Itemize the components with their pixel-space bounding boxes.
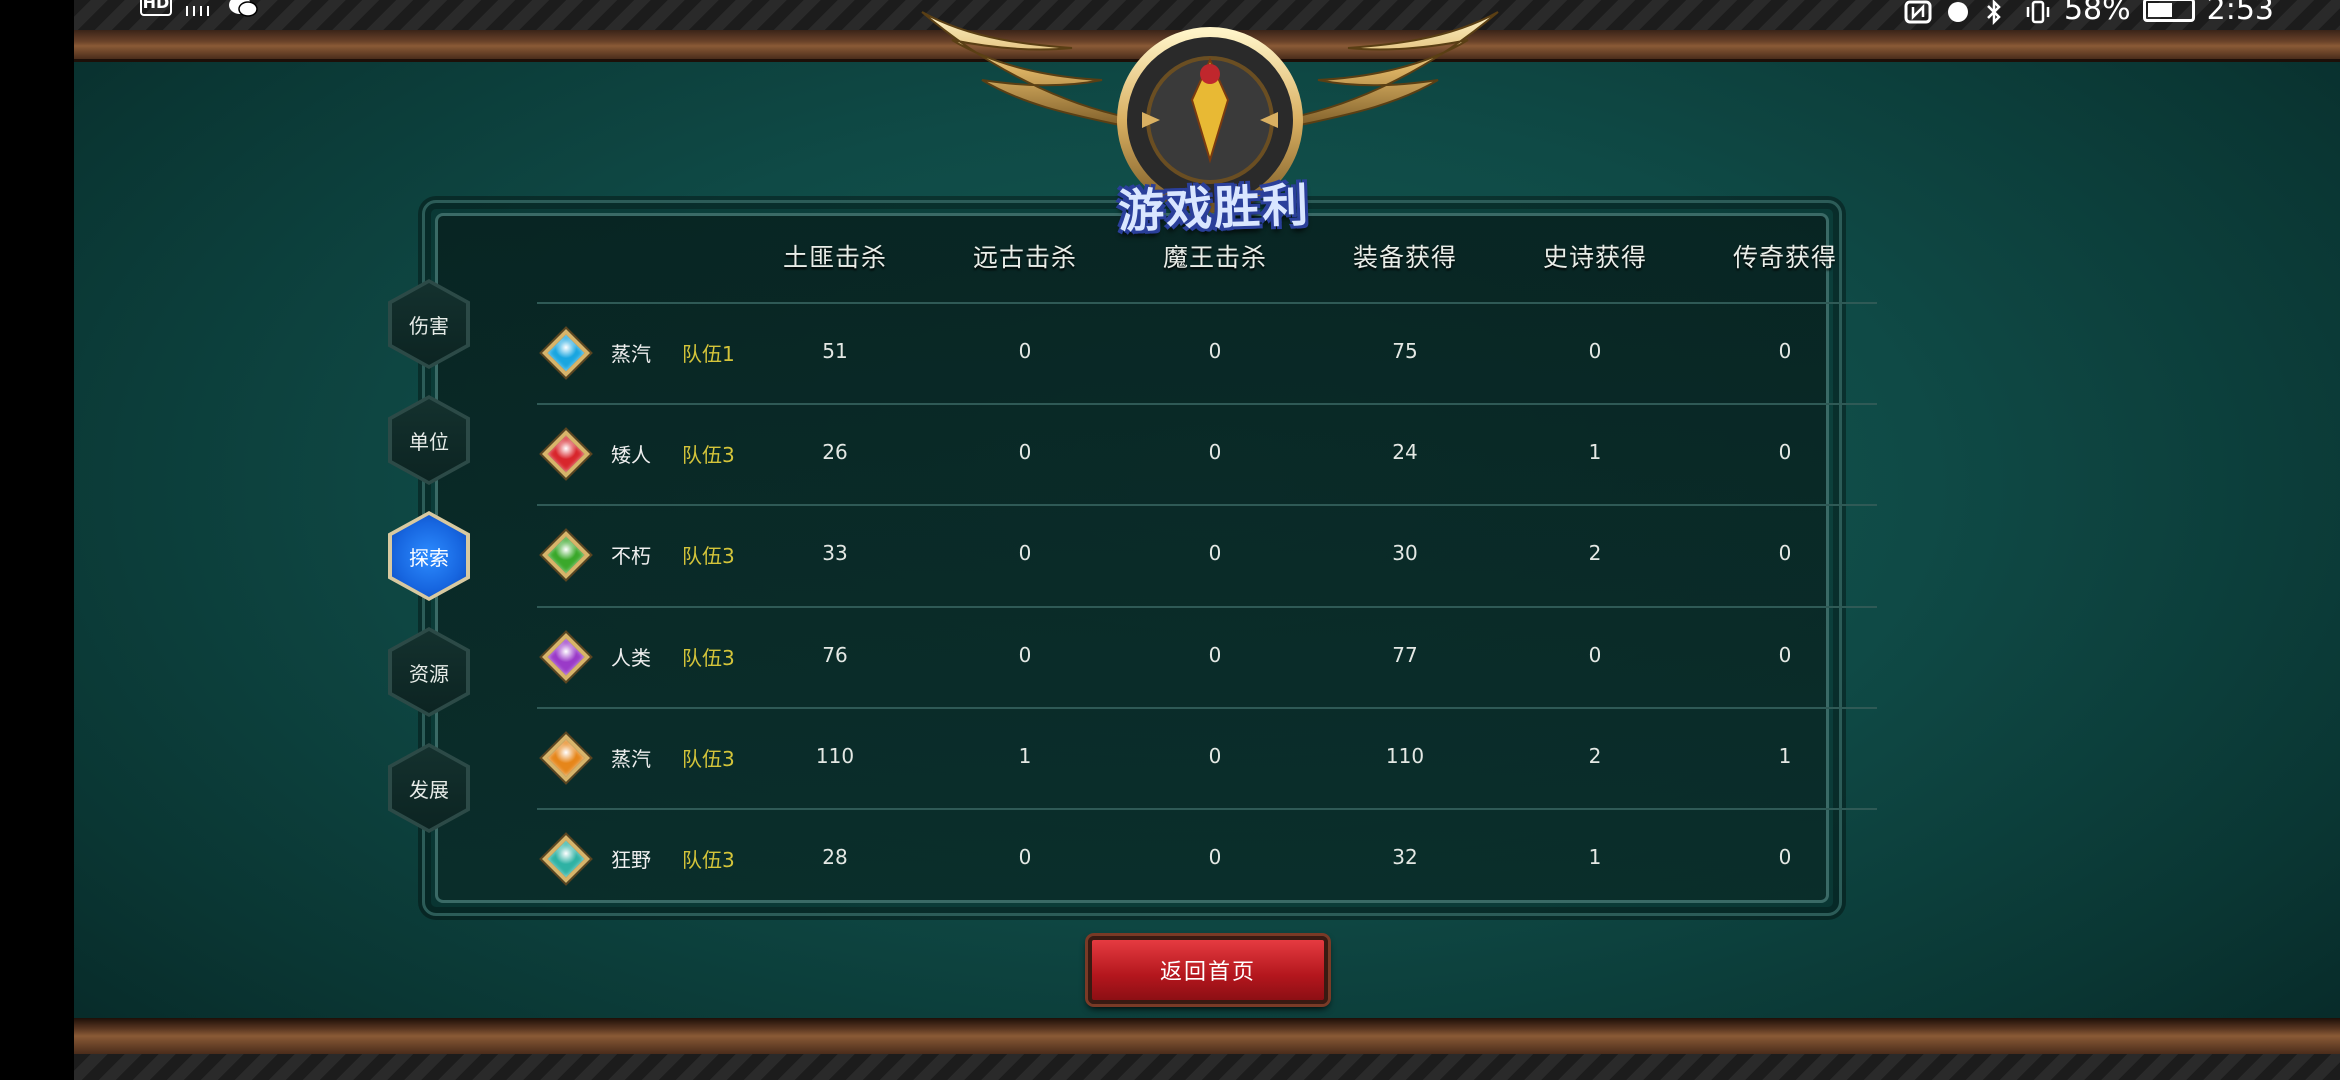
equipment-value: 24 <box>1392 440 1418 464</box>
legendary-value: 0 <box>1778 643 1792 667</box>
diamond-gem-icon <box>541 632 591 682</box>
status-bar: HD 58% 2:53 <box>0 0 2340 27</box>
demon-kills-value: 0 <box>1208 339 1222 363</box>
header-bandit-kills: 土匪击杀 <box>782 243 887 272</box>
tab-units-label: 单位 <box>392 399 466 481</box>
ancient-kills-value: 0 <box>1018 643 1032 667</box>
bandit-kills-value: 51 <box>822 339 848 363</box>
bottom-wood-frame <box>74 1018 2340 1054</box>
table-row: 人类 队伍3 76 0 0 77 0 0 <box>537 606 1877 707</box>
bandit-kills-value: 28 <box>822 845 848 869</box>
epic-value: 0 <box>1588 643 1602 667</box>
wechat-icon <box>228 0 258 17</box>
nfc-icon <box>1904 0 1932 23</box>
team-label: 队伍1 <box>682 342 735 366</box>
tab-development-label: 发展 <box>392 747 466 829</box>
legendary-value: 0 <box>1778 440 1792 464</box>
table-row: 不朽 队伍3 33 0 0 30 2 0 <box>537 504 1877 605</box>
equipment-value: 77 <box>1392 643 1418 667</box>
race-label: 不朽 <box>611 544 651 568</box>
legendary-value: 1 <box>1778 744 1792 768</box>
battery-icon <box>2142 0 2195 22</box>
hd-icon: HD <box>140 0 172 16</box>
header-legendary-obtained: 传奇获得 <box>1732 243 1837 272</box>
demon-kills-value: 0 <box>1208 643 1222 667</box>
demon-kills-value: 0 <box>1208 541 1222 565</box>
race-label: 狂野 <box>611 848 651 872</box>
bandit-kills-value: 33 <box>822 541 848 565</box>
race-label: 蒸汽 <box>611 342 651 366</box>
race-label: 蒸汽 <box>611 747 651 771</box>
bottom-border-strip <box>74 1054 2340 1080</box>
equipment-value: 32 <box>1392 845 1418 869</box>
header-epic-obtained: 史诗获得 <box>1542 243 1647 272</box>
equipment-value: 30 <box>1392 541 1418 565</box>
ancient-kills-value: 1 <box>1018 744 1032 768</box>
bandit-kills-value: 110 <box>815 744 855 768</box>
diamond-gem-icon <box>541 328 591 378</box>
team-label: 队伍3 <box>682 443 735 467</box>
diamond-gem-icon <box>541 733 591 783</box>
equipment-value: 110 <box>1385 744 1425 768</box>
diamond-gem-icon <box>541 429 591 479</box>
demon-kills-value: 0 <box>1208 440 1222 464</box>
epic-value: 2 <box>1588 541 1602 565</box>
epic-value: 0 <box>1588 339 1602 363</box>
table-row: 蒸汽 队伍3 110 1 0 110 2 1 <box>537 707 1877 808</box>
diamond-gem-icon <box>541 834 591 884</box>
demon-kills-value: 0 <box>1208 845 1222 869</box>
return-home-button[interactable]: 返回首页 <box>1088 936 1328 1004</box>
tab-damage-label: 伤害 <box>392 283 466 365</box>
demon-kills-value: 0 <box>1208 744 1222 768</box>
team-label: 队伍3 <box>682 544 735 568</box>
epic-value: 1 <box>1588 845 1602 869</box>
equipment-value: 75 <box>1392 339 1418 363</box>
team-label: 队伍3 <box>682 848 735 872</box>
ancient-kills-value: 0 <box>1018 339 1032 363</box>
signal-icon <box>186 0 214 16</box>
ancient-kills-value: 0 <box>1018 845 1032 869</box>
battery-percent: 58% <box>2063 0 2131 27</box>
ancient-kills-value: 0 <box>1018 440 1032 464</box>
team-label: 队伍3 <box>682 646 735 670</box>
diamond-gem-icon <box>541 530 591 580</box>
table-row: 狂野 队伍3 28 0 0 32 1 0 <box>537 808 1877 909</box>
alarm-icon <box>1944 0 1972 22</box>
legendary-value: 0 <box>1778 845 1792 869</box>
epic-value: 1 <box>1588 440 1602 464</box>
legendary-value: 0 <box>1778 339 1792 363</box>
bandit-kills-value: 26 <box>822 440 848 464</box>
table-row: 蒸汽 队伍1 51 0 0 75 0 0 <box>537 302 1877 403</box>
tab-explore-label: 探索 <box>392 515 466 597</box>
ancient-kills-value: 0 <box>1018 541 1032 565</box>
race-label: 矮人 <box>611 443 651 467</box>
epic-value: 2 <box>1588 744 1602 768</box>
legendary-value: 0 <box>1778 541 1792 565</box>
bandit-kills-value: 76 <box>822 643 848 667</box>
tab-resources-label: 资源 <box>392 631 466 713</box>
table-row: 矮人 队伍3 26 0 0 24 1 0 <box>537 403 1877 504</box>
team-label: 队伍3 <box>682 747 735 771</box>
bluetooth-icon <box>1984 0 2012 25</box>
race-label: 人类 <box>611 646 651 670</box>
vibrate-icon <box>2024 0 2052 23</box>
clock: 2:53 <box>2206 0 2274 27</box>
page-title: 游戏胜利 <box>1117 177 1311 239</box>
